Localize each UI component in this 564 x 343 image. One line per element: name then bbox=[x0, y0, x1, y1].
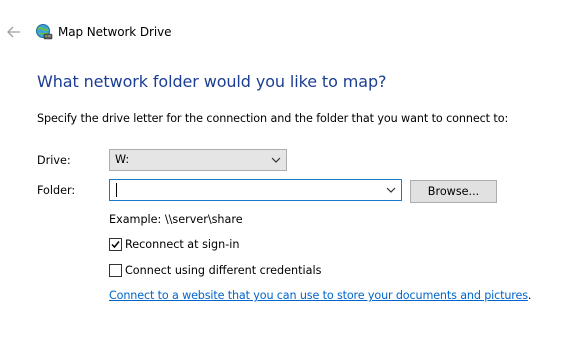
browse-button[interactable]: Browse... bbox=[410, 180, 497, 203]
credentials-label[interactable]: Connect using different credentials bbox=[125, 264, 321, 277]
reconnect-label[interactable]: Reconnect at sign-in bbox=[125, 238, 239, 251]
drive-label: Drive: bbox=[37, 154, 71, 167]
folder-input[interactable] bbox=[112, 181, 381, 199]
website-storage-link[interactable]: Connect to a website that you can use to… bbox=[109, 289, 528, 302]
folder-combobox[interactable] bbox=[109, 179, 402, 201]
drive-selected-value: W: bbox=[115, 153, 130, 166]
reconnect-checkbox[interactable] bbox=[109, 238, 122, 251]
back-arrow-icon bbox=[7, 26, 20, 38]
page-heading: What network folder would you like to ma… bbox=[37, 72, 387, 91]
website-link-line: Connect to a website that you can use to… bbox=[109, 289, 531, 302]
drive-dropdown[interactable]: W: bbox=[109, 149, 287, 171]
back-button[interactable] bbox=[3, 22, 25, 42]
text-caret bbox=[116, 183, 117, 197]
link-suffix: . bbox=[527, 289, 532, 302]
window-title: Map Network Drive bbox=[58, 25, 172, 39]
network-drive-icon bbox=[35, 23, 53, 41]
chevron-down-icon[interactable] bbox=[386, 185, 396, 195]
checkmark-icon bbox=[111, 241, 120, 249]
folder-example-text: Example: \\server\share bbox=[109, 213, 243, 226]
folder-label: Folder: bbox=[37, 184, 76, 197]
credentials-checkbox[interactable] bbox=[109, 264, 122, 277]
instructions-text: Specify the drive letter for the connect… bbox=[37, 112, 509, 125]
chevron-down-icon bbox=[271, 157, 281, 163]
